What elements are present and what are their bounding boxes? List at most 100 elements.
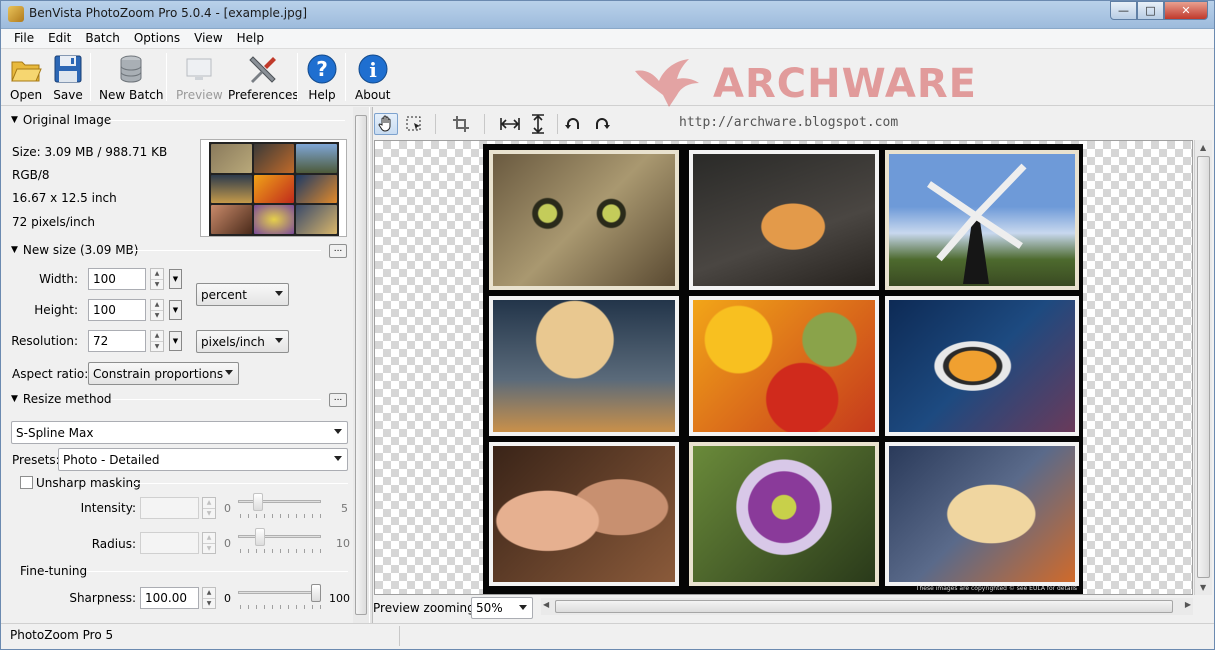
- fit-height-button[interactable]: [526, 113, 550, 135]
- intensity-slider[interactable]: [238, 500, 321, 503]
- sharpness-slider-thumb[interactable]: [311, 584, 321, 602]
- resize-method-header[interactable]: ▼ Resize method: [11, 392, 112, 406]
- rotate-left-icon: [565, 118, 579, 129]
- thumb-cat: [211, 144, 252, 173]
- size-unit-dropdown[interactable]: percent: [196, 283, 289, 306]
- intensity-input[interactable]: [140, 497, 199, 519]
- window-title: BenVista PhotoZoom Pro 5.0.4 - [example.…: [29, 6, 308, 20]
- scroll-right-icon[interactable]: ▶: [1185, 600, 1191, 609]
- preview-image: These images are copyrighted © see EULA …: [483, 144, 1083, 594]
- rotate-left-button[interactable]: [561, 113, 585, 135]
- sharpness-spinner[interactable]: ▲ ▼: [202, 587, 216, 609]
- svg-text:?: ?: [316, 57, 328, 81]
- save-button[interactable]: Save: [52, 53, 84, 102]
- preview-zoom-dropdown[interactable]: 50%: [471, 597, 533, 619]
- original-dimensions: 16.67 x 12.5 inch: [12, 191, 117, 205]
- preview-vertical-scrollbar[interactable]: ▲ ▼: [1194, 140, 1212, 595]
- size-unit-value: percent: [201, 287, 247, 302]
- resize-options-button[interactable]: ...: [329, 393, 347, 407]
- horizontal-arrows-icon: [500, 118, 520, 130]
- width-input[interactable]: 100: [88, 268, 146, 290]
- menu-edit[interactable]: Edit: [41, 29, 78, 48]
- panel-splitter[interactable]: [369, 107, 373, 623]
- collapse-triangle-icon: ▼: [11, 245, 18, 255]
- thumb-couple: [211, 205, 252, 234]
- new-size-title: New size (3.09 MB): [22, 243, 139, 257]
- radius-slider-thumb[interactable]: [255, 528, 265, 546]
- about-button[interactable]: i About: [355, 53, 390, 102]
- menu-options[interactable]: Options: [127, 29, 187, 48]
- help-question-icon: ?: [307, 54, 337, 84]
- resolution-input[interactable]: 72: [88, 330, 146, 352]
- height-input[interactable]: 100: [88, 299, 146, 321]
- settings-scroll-thumb[interactable]: [355, 115, 367, 615]
- scroll-down-icon[interactable]: ▼: [1200, 583, 1206, 592]
- radius-spinner[interactable]: ▲ ▼: [202, 532, 216, 554]
- fit-width-button[interactable]: [498, 113, 522, 135]
- intensity-label: Intensity:: [80, 501, 136, 515]
- selection-tool-button[interactable]: [402, 113, 426, 135]
- tool-separator: [484, 114, 485, 134]
- chevron-down-icon: [225, 370, 233, 375]
- preview-hscroll-thumb[interactable]: [555, 600, 1173, 613]
- original-image-header[interactable]: ▼ Original Image: [11, 113, 111, 127]
- menu-batch[interactable]: Batch: [78, 29, 127, 48]
- radius-label: Radius:: [91, 537, 136, 551]
- preview-button[interactable]: Preview: [176, 53, 223, 102]
- minimize-button[interactable]: —: [1110, 1, 1137, 20]
- unsharp-masking-checkbox[interactable]: [20, 476, 33, 489]
- help-button[interactable]: ? Help: [306, 53, 338, 102]
- tool-separator: [557, 114, 558, 134]
- sharpness-input[interactable]: 100.00: [140, 587, 199, 609]
- resolution-spinner[interactable]: ▲ ▼: [150, 330, 164, 352]
- thumb-fruits: [253, 174, 295, 204]
- title-bar[interactable]: BenVista PhotoZoom Pro 5.0.4 - [example.…: [1, 1, 1214, 29]
- new-batch-button[interactable]: New Batch: [99, 53, 163, 102]
- preview-horizontal-scrollbar[interactable]: ◀ ▶: [541, 598, 1193, 615]
- width-spinner[interactable]: ▲ ▼: [150, 268, 164, 290]
- resolution-menu-button[interactable]: ▼: [169, 331, 182, 351]
- resolution-unit-dropdown[interactable]: pixels/inch: [196, 330, 289, 353]
- new-size-header[interactable]: ▼ New size (3.09 MB): [11, 243, 138, 257]
- photo-couple: [489, 442, 679, 586]
- open-button[interactable]: Open: [10, 53, 42, 102]
- fine-tuning-label: Fine-tuning: [20, 564, 88, 578]
- height-spinner[interactable]: ▲ ▼: [150, 299, 164, 321]
- thumb-food: [296, 205, 337, 234]
- aspect-ratio-dropdown[interactable]: Constrain proportions: [88, 362, 239, 385]
- radius-slider[interactable]: [238, 535, 321, 538]
- intensity-ticks: [240, 514, 322, 518]
- scroll-up-icon[interactable]: ▲: [1200, 143, 1206, 152]
- menu-view[interactable]: View: [187, 29, 229, 48]
- menu-file[interactable]: File: [7, 29, 41, 48]
- crop-tool-button[interactable]: [449, 113, 473, 135]
- intensity-slider-thumb[interactable]: [253, 493, 263, 511]
- height-menu-button[interactable]: ▼: [169, 300, 182, 320]
- sharpness-label: Sharpness:: [69, 591, 136, 605]
- presets-dropdown[interactable]: Photo - Detailed: [58, 448, 348, 471]
- resize-method-dropdown[interactable]: S-Spline Max: [11, 421, 348, 444]
- settings-scrollbar[interactable]: [353, 107, 369, 623]
- section-divider: [131, 250, 321, 251]
- app-icon[interactable]: [8, 6, 24, 22]
- scroll-left-icon[interactable]: ◀: [543, 600, 549, 609]
- toolbar-separator: [166, 53, 167, 101]
- preview-vscroll-thumb[interactable]: [1197, 156, 1210, 578]
- new-size-options-button[interactable]: ...: [329, 244, 347, 258]
- menu-help[interactable]: Help: [230, 29, 271, 48]
- rotate-right-icon: [596, 118, 610, 129]
- preferences-button[interactable]: Preferences: [228, 53, 299, 102]
- rotate-right-button[interactable]: [590, 113, 614, 135]
- hand-tool-button[interactable]: [374, 113, 398, 135]
- preview-zoom-value: 50%: [476, 601, 503, 615]
- close-button[interactable]: ✕: [1164, 1, 1208, 20]
- width-menu-button[interactable]: ▼: [169, 269, 182, 289]
- section-divider: [134, 483, 348, 484]
- open-label: Open: [10, 88, 43, 102]
- radius-input[interactable]: [140, 532, 199, 554]
- preview-canvas[interactable]: These images are copyrighted © see EULA …: [374, 140, 1193, 595]
- new-batch-label: New Batch: [99, 88, 164, 102]
- sharpness-slider[interactable]: [238, 591, 321, 594]
- maximize-button[interactable]: □: [1137, 1, 1164, 20]
- intensity-spinner[interactable]: ▲ ▼: [202, 497, 216, 519]
